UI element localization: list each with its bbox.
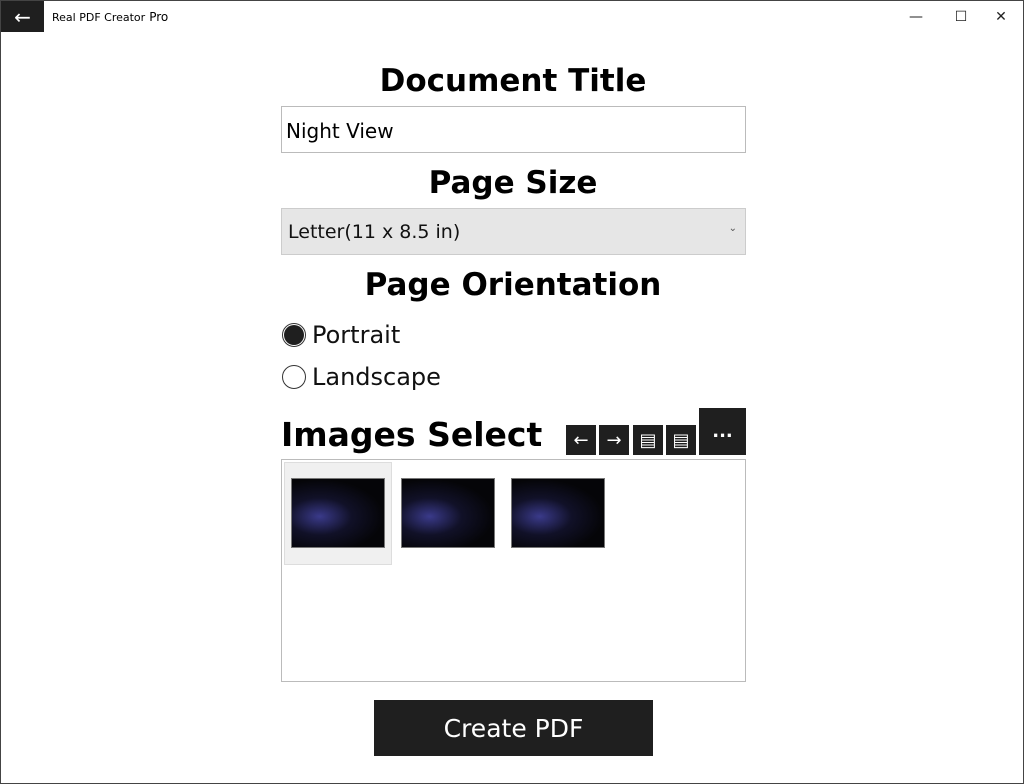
image-thumbnail[interactable]: [401, 478, 495, 548]
radio-portrait[interactable]: Portrait: [282, 321, 400, 349]
app-title: Real PDF Creator Pro: [52, 10, 168, 24]
more-button[interactable]: ...: [699, 408, 746, 455]
page-orientation-heading: Page Orientation: [281, 267, 745, 303]
image-thumbnail[interactable]: [511, 478, 605, 548]
document-title-heading: Document Title: [281, 63, 745, 99]
remove-image-button[interactable]: ▤: [633, 425, 663, 455]
page-size-value: Letter(11 x 8.5 in): [288, 221, 460, 243]
radio-landscape[interactable]: Landscape: [282, 363, 441, 391]
radio-label: Portrait: [312, 321, 400, 349]
image-thumbnail[interactable]: [291, 478, 385, 548]
app-name: Real PDF Creator: [52, 11, 145, 24]
move-right-button[interactable]: →: [599, 425, 629, 455]
radio-unchecked-icon: [282, 365, 306, 389]
page-size-heading: Page Size: [281, 165, 745, 201]
image-list[interactable]: [281, 459, 746, 682]
clear-images-button[interactable]: ▤: [666, 425, 696, 455]
move-left-button[interactable]: ←: [566, 425, 596, 455]
images-select-heading: Images Select: [281, 415, 542, 454]
title-bar: ← Real PDF Creator Pro — ☐ ✕: [1, 1, 1023, 33]
app-edition: Pro: [149, 10, 168, 24]
radio-label: Landscape: [312, 363, 441, 391]
create-pdf-button[interactable]: Create PDF: [374, 700, 653, 756]
document-title-input[interactable]: Night View: [281, 106, 746, 153]
back-button[interactable]: ←: [1, 1, 44, 32]
page-size-select[interactable]: Letter(11 x 8.5 in) ⌄: [281, 208, 746, 255]
minimize-button[interactable]: —: [894, 1, 938, 32]
maximize-button[interactable]: ☐: [939, 1, 983, 32]
radio-checked-icon: [282, 323, 306, 347]
close-button[interactable]: ✕: [979, 1, 1023, 32]
chevron-down-icon: ⌄: [729, 223, 737, 234]
